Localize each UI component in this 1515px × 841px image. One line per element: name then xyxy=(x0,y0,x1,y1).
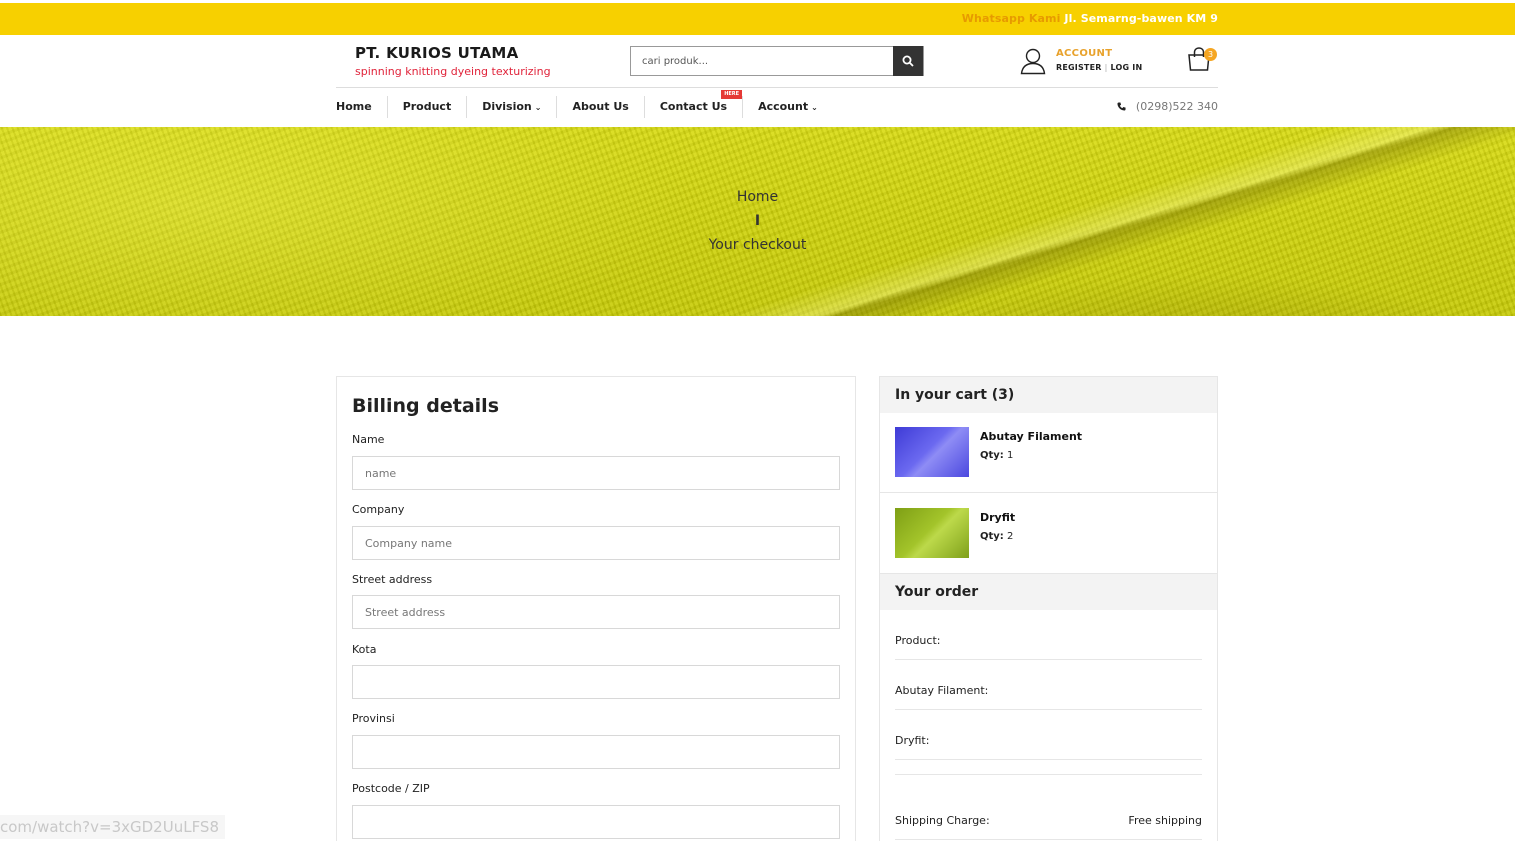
user-icon[interactable] xyxy=(1020,47,1046,75)
kota-label: Kota xyxy=(352,643,377,656)
street-field[interactable] xyxy=(352,595,840,629)
phone-contact: (0298)522 340 xyxy=(1117,100,1218,113)
street-label: Street address xyxy=(352,573,433,586)
qty-value: 2 xyxy=(1007,531,1014,542)
login-link[interactable]: LOG IN xyxy=(1111,63,1143,72)
company-field[interactable] xyxy=(352,526,840,560)
phone-number[interactable]: (0298)522 340 xyxy=(1136,100,1218,113)
postcode-field[interactable] xyxy=(352,805,840,839)
search-input[interactable] xyxy=(631,47,894,75)
nav-division-label: Division xyxy=(482,100,532,113)
nav-home-label: Home xyxy=(336,100,372,113)
postcode-label: Postcode / ZIP xyxy=(352,782,430,795)
cart-item[interactable]: Abutay Filament Qty: 1 xyxy=(880,413,1217,493)
chevron-down-icon: ⌄ xyxy=(811,103,818,112)
nav-home[interactable]: Home xyxy=(336,96,387,118)
shipping-row: Shipping Charge: Free shipping xyxy=(895,790,1202,840)
nav-contact[interactable]: Contact Us HERE xyxy=(643,90,743,118)
phone-icon xyxy=(1117,102,1126,111)
nav-account-label: Account xyxy=(758,100,809,113)
product-thumbnail[interactable] xyxy=(895,427,969,477)
hero-banner: Home I Your checkout xyxy=(0,127,1515,316)
billing-title: Billing details xyxy=(352,395,499,417)
cart-item[interactable]: Dryfit Qty: 2 xyxy=(880,494,1217,574)
qty-label: Qty: xyxy=(980,531,1004,542)
search-icon xyxy=(902,55,914,67)
cart-item-name[interactable]: Dryfit xyxy=(980,511,1015,524)
nav-account[interactable]: Account ⌄ xyxy=(742,96,833,118)
qty-label: Qty: xyxy=(980,450,1004,461)
cart-summary-panel: In your cart (3) Abutay Filament Qty: 1 … xyxy=(879,376,1218,841)
qty-value: 1 xyxy=(1007,450,1014,461)
nav-about-label: About Us xyxy=(572,100,629,113)
chevron-down-icon: ⌄ xyxy=(534,103,542,112)
nav-product[interactable]: Product xyxy=(386,96,467,118)
search-bar xyxy=(630,46,924,76)
topbar-contact: Whatsapp Kami Jl. Semarng-bawen KM 9 xyxy=(962,12,1218,25)
order-row-label: Abutay Filament: xyxy=(895,684,989,697)
brand-name[interactable]: PT. KURIOS UTAMA xyxy=(355,44,519,62)
nav-about[interactable]: About Us xyxy=(556,96,643,118)
topbar-address: Jl. Semarng-bawen KM 9 xyxy=(1064,12,1218,25)
breadcrumb-current: Your checkout xyxy=(708,237,807,253)
breadcrumb-separator: I xyxy=(754,213,761,229)
kota-field[interactable] xyxy=(352,665,840,699)
status-bar-url: com/watch?v=3xGD2UuLFS8 xyxy=(0,815,226,839)
cart-count-badge: 3 xyxy=(1204,48,1217,61)
name-label: Name xyxy=(352,433,385,446)
top-bar: Whatsapp Kami Jl. Semarng-bawen KM 9 xyxy=(0,3,1515,35)
product-thumbnail[interactable] xyxy=(895,508,969,558)
order-row: Abutay Filament: xyxy=(895,660,1202,710)
order-title: Your order xyxy=(880,574,1217,610)
brand-tagline: spinning knitting dyeing texturizing xyxy=(355,65,551,78)
billing-details-panel: Billing details Name Company Street addr… xyxy=(336,376,856,841)
account-title[interactable]: ACCOUNT xyxy=(1056,48,1112,59)
order-row xyxy=(895,742,1202,775)
nav-contact-label: Contact Us xyxy=(659,100,728,113)
cart-item-qty: Qty: 2 xyxy=(980,531,1013,542)
provinsi-label: Provinsi xyxy=(352,712,395,725)
account-links: REGISTER | LOG IN xyxy=(1056,63,1143,72)
shipping-label: Shipping Charge: xyxy=(895,814,990,827)
company-label: Company xyxy=(352,503,405,516)
search-button[interactable] xyxy=(893,46,923,76)
topbar-whatsapp-label[interactable]: Whatsapp Kami xyxy=(962,12,1061,25)
order-row-label: Product: xyxy=(895,634,941,647)
provinsi-field[interactable] xyxy=(352,735,840,769)
nav-product-label: Product xyxy=(402,100,452,113)
header-divider xyxy=(336,87,1218,88)
shipping-value: Free shipping xyxy=(1128,814,1202,827)
register-link[interactable]: REGISTER xyxy=(1056,63,1102,72)
cart-item-qty: Qty: 1 xyxy=(980,450,1013,461)
breadcrumb-home[interactable]: Home xyxy=(0,189,1515,205)
cart-title: In your cart (3) xyxy=(880,377,1217,413)
cart-item-name[interactable]: Abutay Filament xyxy=(980,430,1082,443)
order-row: Product: xyxy=(895,610,1202,660)
nav-division[interactable]: Division ⌄ xyxy=(466,96,556,118)
nav-contact-badge: HERE xyxy=(721,90,743,99)
name-field[interactable] xyxy=(352,456,840,490)
main-nav: Home Product Division ⌄ About Us Contact … xyxy=(336,90,833,118)
